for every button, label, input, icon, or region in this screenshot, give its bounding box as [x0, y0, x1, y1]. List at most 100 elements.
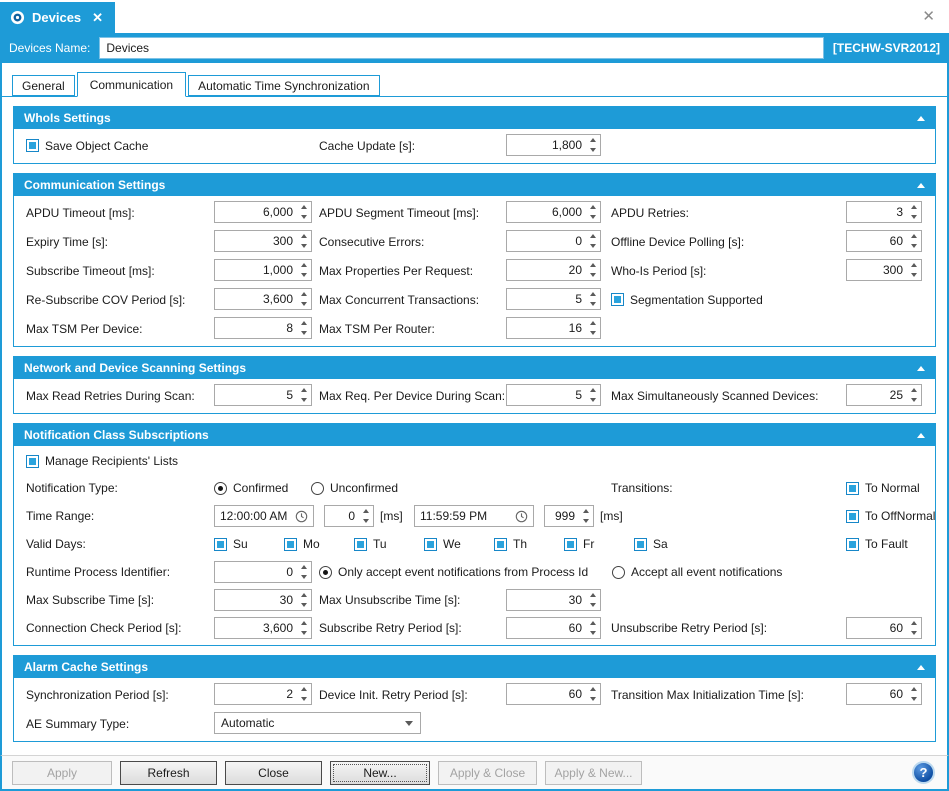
- max-properties-input[interactable]: [507, 260, 585, 280]
- spinner[interactable]: [296, 590, 311, 610]
- day-tu-checkbox[interactable]: Tu: [354, 530, 387, 558]
- doc-tab-close-icon[interactable]: ✕: [92, 10, 103, 26]
- time-start-ms-input[interactable]: [325, 506, 358, 526]
- name-input[interactable]: [99, 37, 824, 59]
- collapse-icon[interactable]: [917, 183, 925, 188]
- spinner[interactable]: [906, 202, 921, 222]
- consecutive-errors-input[interactable]: [507, 231, 585, 251]
- segmentation-supported-checkbox[interactable]: Segmentation Supported: [611, 285, 763, 314]
- collapse-icon[interactable]: [917, 366, 925, 371]
- time-start-input[interactable]: [215, 506, 295, 526]
- spinner[interactable]: [906, 684, 921, 704]
- unsubscribe-retry-input[interactable]: [847, 618, 906, 638]
- confirmed-radio[interactable]: Confirmed: [214, 474, 288, 502]
- apply-button[interactable]: Apply: [12, 761, 112, 785]
- connection-check-input[interactable]: [215, 618, 296, 638]
- max-subscribe-time-input[interactable]: [215, 590, 296, 610]
- spinner[interactable]: [296, 289, 311, 309]
- day-su-checkbox[interactable]: Su: [214, 530, 248, 558]
- clock-icon[interactable]: [295, 510, 308, 523]
- device-init-retry-input[interactable]: [507, 684, 585, 704]
- communication-settings-header[interactable]: Communication Settings: [14, 174, 935, 196]
- spinner[interactable]: [585, 618, 600, 638]
- time-end-input[interactable]: [415, 506, 515, 526]
- apply-new-button[interactable]: Apply & New...: [545, 761, 642, 785]
- unconfirmed-radio[interactable]: Unconfirmed: [311, 474, 398, 502]
- spinner[interactable]: [906, 231, 921, 251]
- synchronization-period-input[interactable]: [215, 684, 296, 704]
- spinner[interactable]: [296, 318, 311, 338]
- max-tsm-device-input[interactable]: [215, 318, 296, 338]
- cache-update-input[interactable]: [507, 135, 585, 155]
- spinner[interactable]: [296, 260, 311, 280]
- day-fr-checkbox[interactable]: Fr: [564, 530, 594, 558]
- only-accept-radio[interactable]: Only accept event notifications from Pro…: [319, 558, 588, 586]
- help-button[interactable]: ?: [912, 761, 935, 784]
- max-unsubscribe-time-input[interactable]: [507, 590, 585, 610]
- spinner[interactable]: [296, 684, 311, 704]
- ae-summary-type-dropdown[interactable]: Automatic: [214, 712, 421, 734]
- pane-close-icon[interactable]: ✕: [922, 7, 935, 25]
- apdu-timeout-input[interactable]: [215, 202, 296, 222]
- day-we-checkbox[interactable]: We: [424, 530, 461, 558]
- runtime-process-input[interactable]: [215, 562, 296, 582]
- doc-tab-devices[interactable]: Devices ✕: [0, 2, 115, 33]
- day-th-checkbox[interactable]: Th: [494, 530, 527, 558]
- collapse-icon[interactable]: [917, 433, 925, 438]
- resubscribe-cov-input[interactable]: [215, 289, 296, 309]
- spinner[interactable]: [578, 506, 593, 526]
- apdu-segment-timeout-input[interactable]: [507, 202, 585, 222]
- collapse-icon[interactable]: [917, 116, 925, 121]
- spinner[interactable]: [296, 562, 311, 582]
- subscribe-timeout-input[interactable]: [215, 260, 296, 280]
- accept-all-radio[interactable]: Accept all event notifications: [612, 558, 782, 586]
- spinner[interactable]: [296, 385, 311, 405]
- notification-subscriptions-header[interactable]: Notification Class Subscriptions: [14, 424, 935, 446]
- offline-device-polling-input[interactable]: [847, 231, 906, 251]
- day-sa-checkbox[interactable]: Sa: [634, 530, 668, 558]
- to-fault-checkbox[interactable]: To Fault: [846, 530, 908, 558]
- max-simultaneous-input[interactable]: [847, 385, 906, 405]
- apdu-retries-input[interactable]: [847, 202, 906, 222]
- spinner[interactable]: [585, 318, 600, 338]
- network-scanning-header[interactable]: Network and Device Scanning Settings: [14, 357, 935, 379]
- to-offnormal-checkbox[interactable]: To OffNormal: [846, 502, 935, 530]
- spinner[interactable]: [296, 202, 311, 222]
- collapse-icon[interactable]: [917, 665, 925, 670]
- spinner[interactable]: [585, 684, 600, 704]
- spinner[interactable]: [296, 618, 311, 638]
- save-object-cache-checkbox[interactable]: Save Object Cache: [26, 131, 148, 160]
- close-button[interactable]: Close: [225, 761, 322, 785]
- expiry-time-input[interactable]: [215, 231, 296, 251]
- time-end-ms-input[interactable]: [545, 506, 578, 526]
- spinner[interactable]: [296, 231, 311, 251]
- spinner[interactable]: [585, 231, 600, 251]
- apply-close-button[interactable]: Apply & Close: [438, 761, 537, 785]
- transition-max-init-input[interactable]: [847, 684, 906, 704]
- spinner[interactable]: [906, 260, 921, 280]
- tab-general[interactable]: General: [12, 75, 75, 96]
- subscribe-retry-input[interactable]: [507, 618, 585, 638]
- spinner[interactable]: [585, 289, 600, 309]
- max-read-retries-input[interactable]: [215, 385, 296, 405]
- to-normal-checkbox[interactable]: To Normal: [846, 474, 920, 502]
- refresh-button[interactable]: Refresh: [120, 761, 217, 785]
- max-concurrent-input[interactable]: [507, 289, 585, 309]
- max-tsm-router-input[interactable]: [507, 318, 585, 338]
- spinner[interactable]: [585, 590, 600, 610]
- whois-settings-header[interactable]: WhoIs Settings: [14, 107, 935, 129]
- spinner[interactable]: [585, 260, 600, 280]
- day-mo-checkbox[interactable]: Mo: [284, 530, 320, 558]
- manage-recipients-checkbox[interactable]: Manage Recipients' Lists: [26, 448, 178, 474]
- new-button[interactable]: New...: [330, 761, 430, 785]
- spinner[interactable]: [358, 506, 373, 526]
- spinner[interactable]: [906, 385, 921, 405]
- max-req-per-device-input[interactable]: [507, 385, 585, 405]
- clock-icon[interactable]: [515, 510, 528, 523]
- spinner[interactable]: [906, 618, 921, 638]
- spinner[interactable]: [585, 202, 600, 222]
- alarm-cache-header[interactable]: Alarm Cache Settings: [14, 656, 935, 678]
- spinner[interactable]: [585, 135, 600, 155]
- tab-automatic-time-synchronization[interactable]: Automatic Time Synchronization: [188, 75, 379, 96]
- tab-communication[interactable]: Communication: [77, 72, 186, 97]
